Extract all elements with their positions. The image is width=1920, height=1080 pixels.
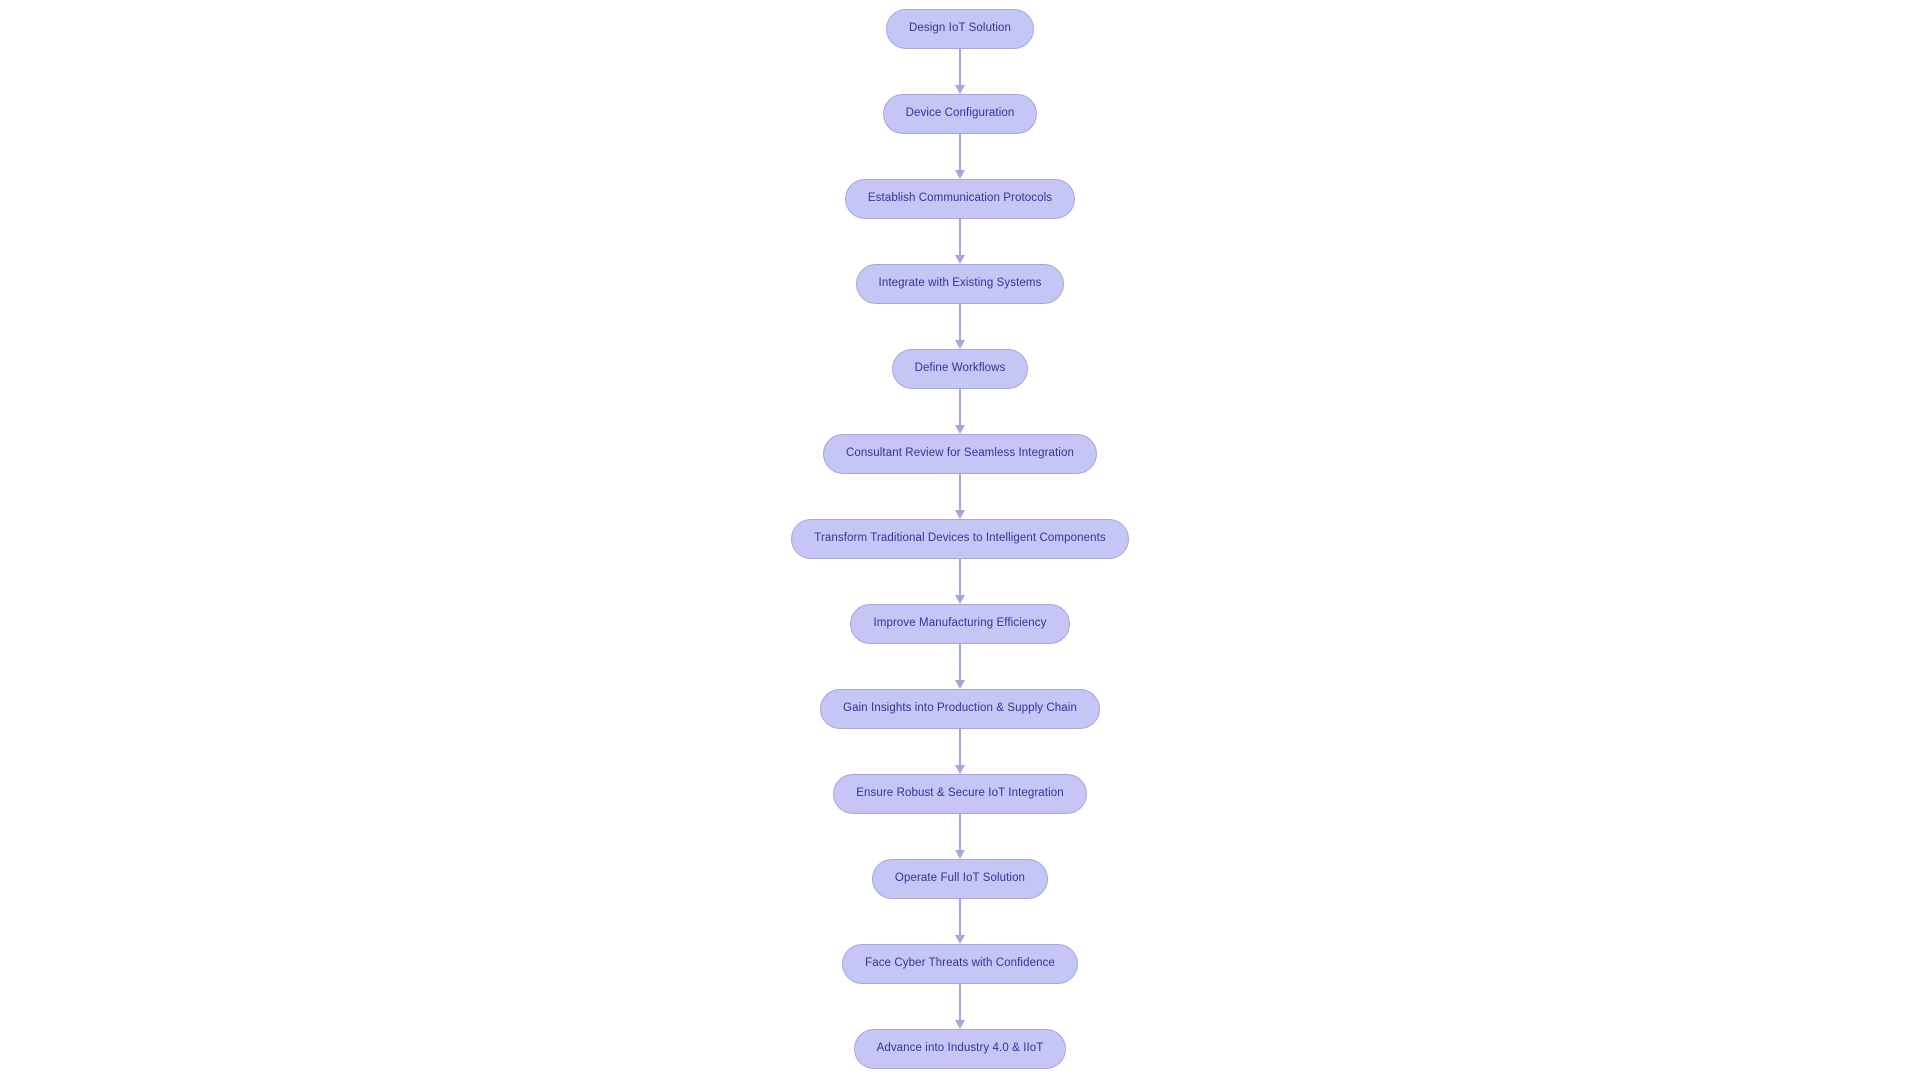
flowchart-node-advance-into-industry-4-0-and-iiot[interactable]: Advance into Industry 4.0 & IIoT	[853, 1029, 1067, 1069]
flowchart-node-design-iot-solution[interactable]: Design IoT Solution	[885, 9, 1035, 49]
flowchart-arrow-4	[953, 304, 967, 349]
arrow-head-icon	[955, 170, 965, 179]
arrow-head-icon	[955, 255, 965, 264]
arrow-stem	[959, 219, 961, 256]
node-label: Operate Full IoT Solution	[894, 872, 1026, 885]
arrow-stem	[959, 134, 961, 171]
node-label: Gain Insights into Production & Supply C…	[843, 702, 1077, 715]
arrow-head-icon	[955, 340, 965, 349]
flowchart-node-integrate-with-existing-systems[interactable]: Integrate with Existing Systems	[855, 264, 1065, 304]
flowchart-arrow-6	[953, 474, 967, 519]
arrow-stem	[959, 389, 961, 426]
arrow-head-icon	[955, 935, 965, 944]
node-label: Ensure Robust & Secure IoT Integration	[856, 787, 1064, 800]
arrow-stem	[959, 899, 961, 936]
node-label: Define Workflows	[914, 362, 1006, 375]
node-label: Device Configuration	[905, 107, 1015, 120]
flowchart-arrow-2	[953, 134, 967, 179]
arrow-stem	[959, 984, 961, 1021]
arrow-stem	[959, 814, 961, 851]
flowchart-node-establish-communication-protocols[interactable]: Establish Communication Protocols	[844, 179, 1076, 219]
flowchart-arrow-10	[953, 814, 967, 859]
flowchart-node-consultant-review-for-seamless-integration[interactable]: Consultant Review for Seamless Integrati…	[823, 434, 1097, 474]
flowchart-node-face-cyber-threats-with-confidence[interactable]: Face Cyber Threats with Confidence	[842, 944, 1078, 984]
flowchart-node-gain-insights-into-production-and-supply-chain[interactable]: Gain Insights into Production & Supply C…	[820, 689, 1100, 729]
flowchart-arrow-3	[953, 219, 967, 264]
arrow-stem	[959, 644, 961, 681]
arrow-head-icon	[955, 765, 965, 774]
flowchart-node-operate-full-iot-solution[interactable]: Operate Full IoT Solution	[871, 859, 1049, 899]
arrow-stem	[959, 474, 961, 511]
arrow-head-icon	[955, 510, 965, 519]
arrow-stem	[959, 49, 961, 86]
flowchart-arrow-8	[953, 644, 967, 689]
arrow-head-icon	[955, 85, 965, 94]
flowchart-node-column: Design IoT Solution Device Configuration…	[0, 9, 1920, 1069]
arrow-head-icon	[955, 680, 965, 689]
flowchart-arrow-5	[953, 389, 967, 434]
flowchart-canvas: Design IoT Solution Device Configuration…	[0, 0, 1920, 1080]
flowchart-node-transform-traditional-devices-to-intelligent-components[interactable]: Transform Traditional Devices to Intelli…	[791, 519, 1129, 559]
arrow-stem	[959, 729, 961, 766]
flowchart-node-device-configuration[interactable]: Device Configuration	[882, 94, 1038, 134]
node-label: Face Cyber Threats with Confidence	[865, 957, 1055, 970]
arrow-head-icon	[955, 425, 965, 434]
flowchart-arrow-1	[953, 49, 967, 94]
node-label: Advance into Industry 4.0 & IIoT	[876, 1042, 1044, 1055]
node-label: Transform Traditional Devices to Intelli…	[814, 532, 1106, 545]
flowchart-node-improve-manufacturing-efficiency[interactable]: Improve Manufacturing Efficiency	[850, 604, 1070, 644]
flowchart-arrow-9	[953, 729, 967, 774]
node-label: Establish Communication Protocols	[867, 192, 1053, 205]
flowchart-arrow-7	[953, 559, 967, 604]
arrow-head-icon	[955, 850, 965, 859]
node-label: Integrate with Existing Systems	[878, 277, 1042, 290]
node-label: Design IoT Solution	[908, 22, 1012, 35]
arrow-head-icon	[955, 1020, 965, 1029]
flowchart-node-define-workflows[interactable]: Define Workflows	[891, 349, 1029, 389]
node-label: Improve Manufacturing Efficiency	[873, 617, 1047, 630]
arrow-stem	[959, 304, 961, 341]
arrow-stem	[959, 559, 961, 596]
node-label: Consultant Review for Seamless Integrati…	[846, 447, 1074, 460]
flowchart-node-ensure-robust-and-secure-iot-integration[interactable]: Ensure Robust & Secure IoT Integration	[833, 774, 1087, 814]
arrow-head-icon	[955, 595, 965, 604]
flowchart-arrow-11	[953, 899, 967, 944]
flowchart-arrow-12	[953, 984, 967, 1029]
